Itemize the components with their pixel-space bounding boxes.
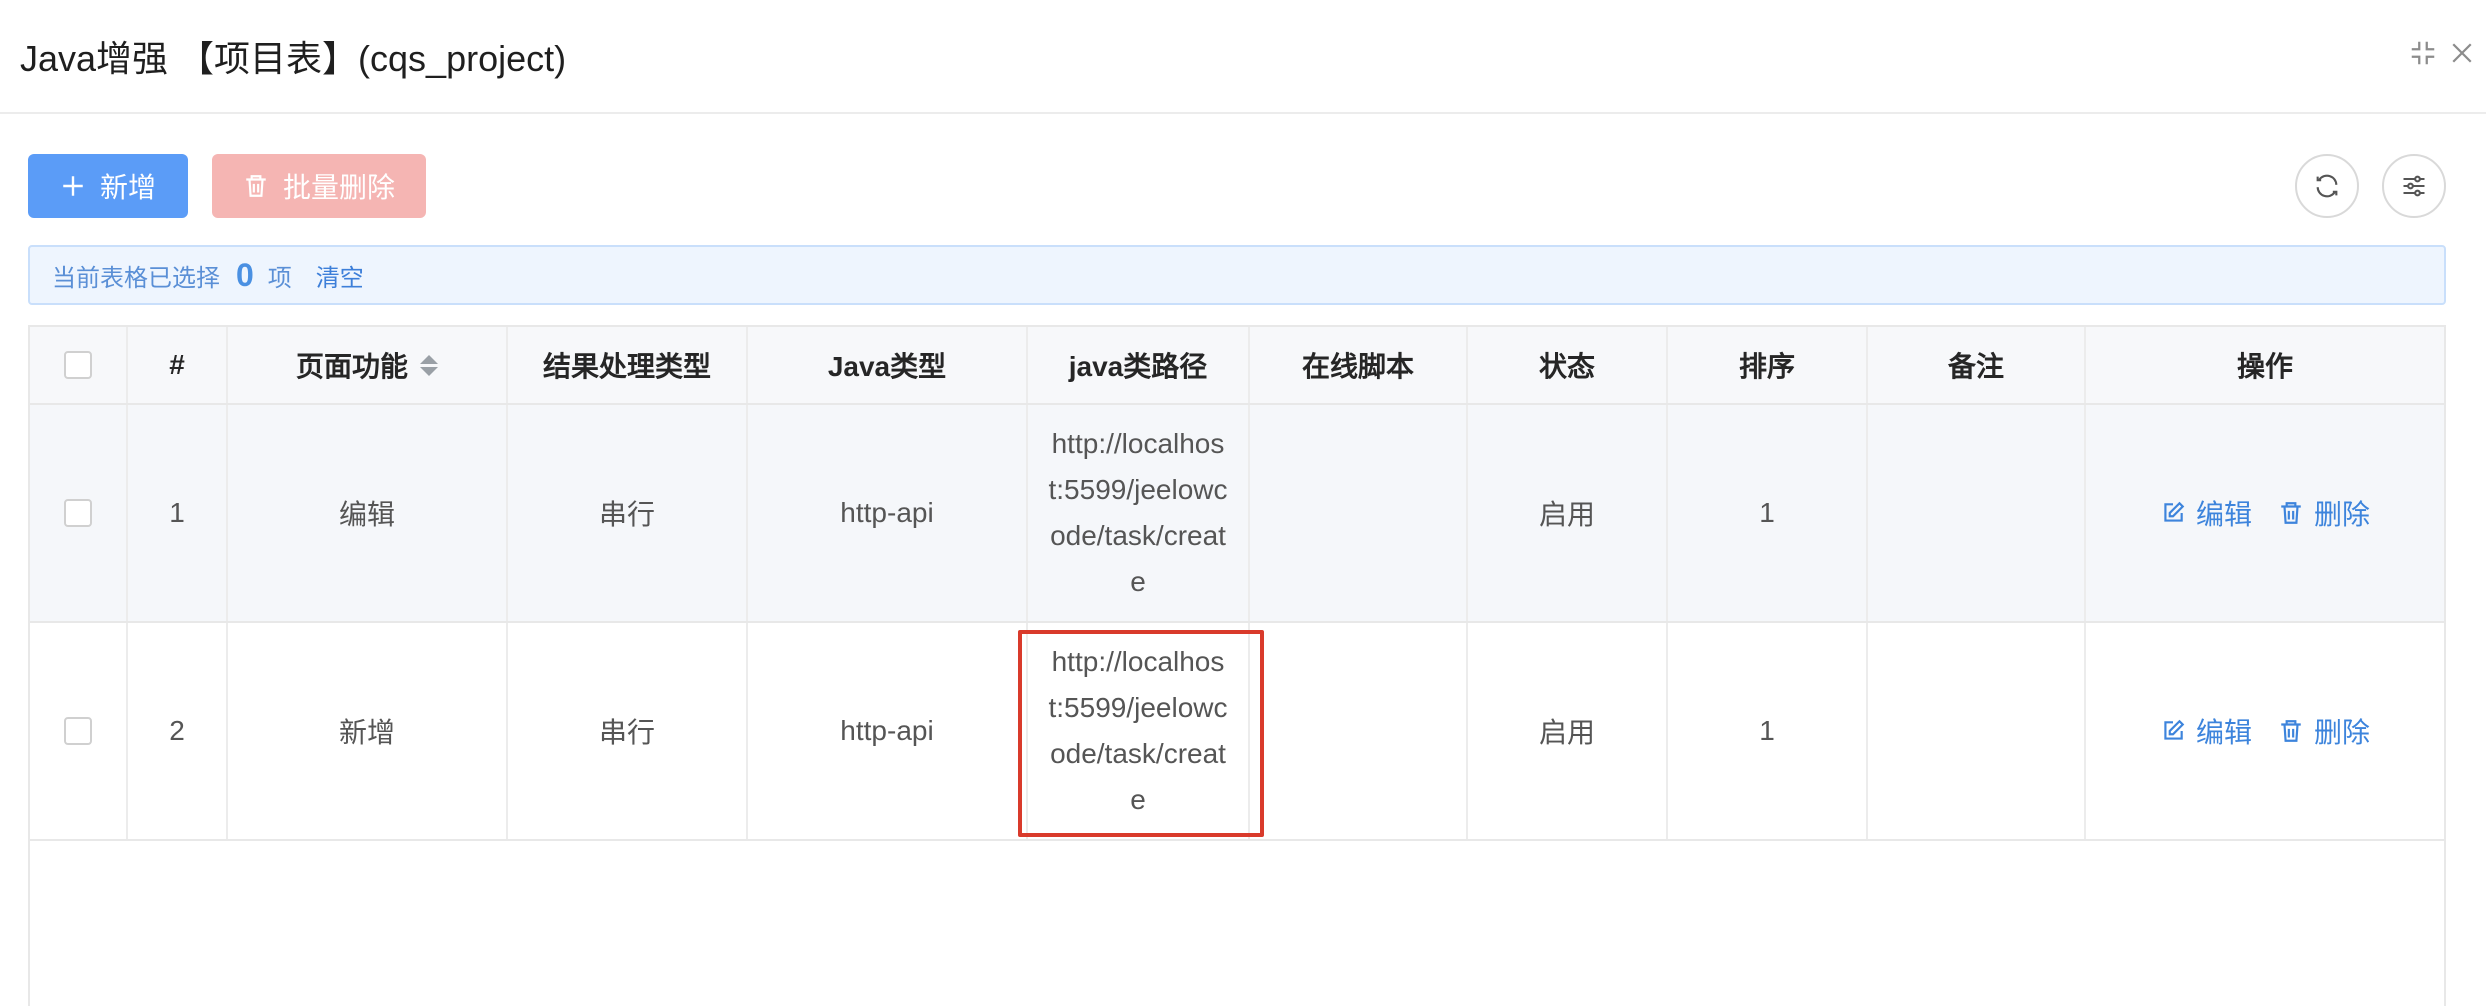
refresh-button[interactable] <box>2295 154 2359 218</box>
delete-label: 删除 <box>2314 499 2371 530</box>
row-java-type: http-api <box>748 623 1028 839</box>
header-remark: 备注 <box>1868 327 2086 403</box>
column-settings-button[interactable] <box>2382 154 2446 218</box>
row-result-type: 串行 <box>508 405 748 621</box>
add-button-label: 新增 <box>99 172 156 203</box>
trash-icon <box>2281 720 2301 742</box>
header-page-function[interactable]: 页面功能 <box>228 327 508 403</box>
edit-button[interactable]: 编辑 <box>2160 711 2252 751</box>
sliders-icon <box>2403 175 2425 197</box>
edit-label: 编辑 <box>2195 717 2252 748</box>
row-java-path: http://localhost:5599/jeelowcode/task/cr… <box>1028 623 1250 839</box>
delete-button[interactable]: 删除 <box>2278 711 2370 751</box>
edit-label: 编辑 <box>2195 499 2252 530</box>
selection-prefix: 当前表格已选择 <box>52 264 220 292</box>
add-button[interactable]: 新增 <box>28 154 188 218</box>
dialog-title: Java增强 【项目表】(cqs_project) <box>20 38 567 79</box>
row-index: 1 <box>128 405 228 621</box>
shrink-icon[interactable] <box>2408 38 2438 68</box>
row-checkbox[interactable] <box>64 499 92 527</box>
row-index: 2 <box>128 623 228 839</box>
clear-selection-link[interactable]: 清空 <box>316 258 364 293</box>
header-sort: 排序 <box>1668 327 1868 403</box>
row-java-type: http-api <box>748 405 1028 621</box>
header-result-type: 结果处理类型 <box>508 327 748 403</box>
header-index: # <box>128 327 228 403</box>
table-row: 1 编辑 串行 http-api http://localhost:5599/j… <box>30 405 2444 623</box>
header-java-path: java类路径 <box>1028 327 1250 403</box>
header-page-function-label: 页面功能 <box>295 351 408 382</box>
row-actions: 编辑 删除 <box>2086 623 2444 839</box>
batch-delete-button-label: 批量删除 <box>282 172 395 203</box>
select-all-checkbox[interactable] <box>64 351 92 379</box>
data-table: # 页面功能 结果处理类型 Java类型 java类路径 在线脚本 状态 排序 … <box>28 325 2446 1006</box>
table-row: 2 新增 串行 http-api http://localhost:5599/j… <box>30 623 2444 841</box>
sort-icon[interactable] <box>420 354 438 376</box>
delete-label: 删除 <box>2314 717 2371 748</box>
row-online-script <box>1250 623 1468 839</box>
row-sort: 1 <box>1668 623 1868 839</box>
header-select-all[interactable] <box>30 327 128 403</box>
edit-icon <box>2164 719 2185 740</box>
header-status: 状态 <box>1468 327 1668 403</box>
edit-icon <box>2164 501 2185 522</box>
header-online-script: 在线脚本 <box>1250 327 1468 403</box>
trash-icon <box>2281 502 2301 524</box>
row-checkbox[interactable] <box>64 717 92 745</box>
selection-suffix: 项 <box>267 264 292 292</box>
header-java-type: Java类型 <box>748 327 1028 403</box>
close-icon[interactable] <box>2447 38 2477 68</box>
java-path-text: http://localhost:5599/jeelowcode/task/cr… <box>1048 428 1228 597</box>
row-java-path: http://localhost:5599/jeelowcode/task/cr… <box>1028 405 1250 621</box>
row-status: 启用 <box>1468 623 1668 839</box>
table-header-row: # 页面功能 结果处理类型 Java类型 java类路径 在线脚本 状态 排序 … <box>30 327 2444 405</box>
refresh-icon <box>2316 174 2338 198</box>
row-page-function: 编辑 <box>228 405 508 621</box>
row-remark <box>1868 405 2086 621</box>
row-remark <box>1868 623 2086 839</box>
row-select[interactable] <box>30 405 128 621</box>
batch-delete-button[interactable]: 批量删除 <box>212 154 426 218</box>
row-status: 启用 <box>1468 405 1668 621</box>
selection-count: 0 <box>236 256 254 293</box>
header-actions: 操作 <box>2236 351 2293 382</box>
row-select[interactable] <box>30 623 128 839</box>
delete-button[interactable]: 删除 <box>2278 493 2370 533</box>
dialog-header: Java增强 【项目表】(cqs_project) <box>0 0 2486 114</box>
plus-icon <box>63 176 83 196</box>
row-page-function: 新增 <box>228 623 508 839</box>
trash-icon <box>246 175 266 197</box>
selection-info-bar: 当前表格已选择 0 项 清空 <box>28 245 2446 305</box>
row-result-type: 串行 <box>508 623 748 839</box>
edit-button[interactable]: 编辑 <box>2160 493 2252 533</box>
row-sort: 1 <box>1668 405 1868 621</box>
row-actions: 编辑 删除 <box>2086 405 2444 621</box>
row-online-script <box>1250 405 1468 621</box>
java-path-text: http://localhost:5599/jeelowcode/task/cr… <box>1048 646 1228 815</box>
